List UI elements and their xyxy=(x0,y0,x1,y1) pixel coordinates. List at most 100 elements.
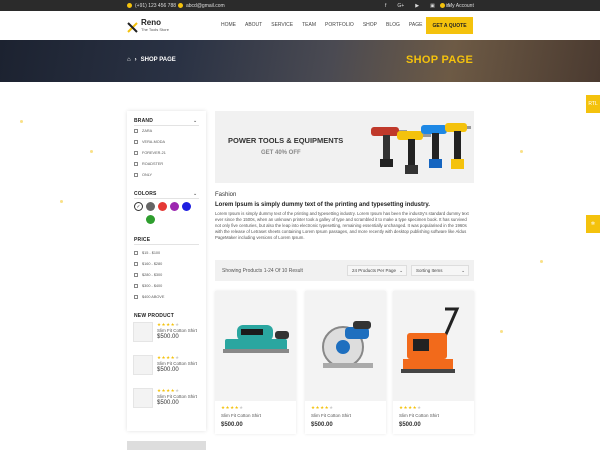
settings-toggle[interactable]: ✲ xyxy=(586,215,600,233)
breadcrumb-separator-icon: › xyxy=(134,57,137,63)
checkbox-icon[interactable] xyxy=(134,162,138,166)
breadcrumb-current: SHOP PAGE xyxy=(140,57,176,63)
account-link[interactable]: My Account xyxy=(440,3,474,9)
checkbox-icon[interactable] xyxy=(134,129,138,133)
rtl-toggle[interactable]: RTL xyxy=(586,95,600,113)
color-swatch-red[interactable] xyxy=(158,202,167,211)
color-swatch-purple[interactable] xyxy=(170,202,179,211)
facebook-icon[interactable]: f xyxy=(385,3,386,9)
new-product-item[interactable]: ★★★★★ Slim Fit Cotton Shirt $500.00 xyxy=(133,355,197,375)
circular-saw-image xyxy=(322,321,373,368)
nav-service[interactable]: SERVICE xyxy=(271,22,293,28)
account-label[interactable]: My Account xyxy=(448,3,474,9)
checkbox-icon[interactable] xyxy=(134,273,138,277)
sorting-value: Sorting Items xyxy=(416,268,443,273)
new-product-item[interactable]: ★★★★★ Slim Fit Cotton Shirt $500.00 xyxy=(133,388,197,408)
breadcrumb: ⌂ › SHOP PAGE xyxy=(127,57,176,63)
nav-blog[interactable]: BLOG xyxy=(386,22,400,28)
user-icon xyxy=(440,3,445,8)
new-product-item[interactable]: ★★★★★ Slim Fit Cotton Shirt $500.00 xyxy=(133,322,197,342)
result-count: Showing Products 1-24 Of 10 Result xyxy=(222,268,303,274)
brand-checkbox-vera-moda[interactable]: VERA-MODA xyxy=(134,140,165,144)
price-checkbox-3[interactable]: $280 - $300 xyxy=(134,273,162,277)
logo-name: Reno xyxy=(141,18,161,27)
product-name[interactable]: Slim Fit Cotton Shirt xyxy=(221,413,261,418)
product-thumbnail[interactable] xyxy=(133,322,153,342)
nav-portfolio[interactable]: PORTFOLIO xyxy=(325,22,354,28)
power-drills-image xyxy=(371,123,471,174)
product-image[interactable] xyxy=(305,291,386,401)
price-label: $160 - $280 xyxy=(142,262,163,266)
home-icon[interactable]: ⌂ xyxy=(127,57,131,63)
email-address[interactable]: abcd@gmail.com xyxy=(186,3,225,9)
phone-number: (+91) 123 456 788 xyxy=(135,2,177,9)
phone-info: (+91) 123 456 788 xyxy=(127,3,176,9)
decor-dot xyxy=(520,150,523,153)
sorting-select[interactable]: Sorting Items ⌄ xyxy=(411,265,469,276)
google-plus-icon[interactable]: G+ xyxy=(397,3,404,9)
checkbox-icon[interactable] xyxy=(134,251,138,255)
color-swatch-white[interactable]: ✓ xyxy=(134,202,143,211)
logo[interactable]: Reno The Tools Store xyxy=(127,18,169,33)
checkbox-icon[interactable] xyxy=(134,295,138,299)
per-page-value: 24 Products Per Page xyxy=(352,268,397,273)
youtube-icon[interactable]: ▶ xyxy=(415,3,419,9)
get-quote-button[interactable]: GET A QUOTE xyxy=(426,17,473,34)
nav-page[interactable]: PAGE xyxy=(409,22,423,28)
category-description: Lorem Ipsum is simply dummy text of the … xyxy=(215,211,469,240)
color-swatch-green[interactable] xyxy=(146,215,155,224)
nav-about[interactable]: ABOUT xyxy=(245,22,262,28)
nav-shop[interactable]: SHOP xyxy=(363,22,377,28)
colors-heading: COLORS xyxy=(134,191,157,197)
product-card[interactable]: ★★★★★ Slim Fit Cotton Shirt $500.00 xyxy=(215,291,296,434)
sidebar-banner-image xyxy=(127,441,206,450)
brand-label: ONLY xyxy=(142,173,153,177)
brand-checkbox-zara[interactable]: ZARA xyxy=(134,129,152,133)
main-nav: HOME ABOUT SERVICE TEAM PORTFOLIO SHOP B… xyxy=(221,22,422,28)
brand-label: VERA-MODA xyxy=(142,140,165,144)
instagram-icon[interactable]: ▣ xyxy=(430,3,435,9)
product-thumbnail[interactable] xyxy=(133,355,153,375)
price-label: $400 ABOVE xyxy=(142,295,165,299)
product-price: $500.00 xyxy=(157,367,179,373)
product-price: $500.00 xyxy=(221,422,243,428)
decor-dot xyxy=(90,150,93,153)
rating-stars: ★★★★★ xyxy=(399,405,422,410)
category-subheading: Lorem Ipsum is simply dummy text of the … xyxy=(215,202,430,208)
checkbox-icon[interactable] xyxy=(134,151,138,155)
price-checkbox-4[interactable]: $300 - $400 xyxy=(134,284,162,288)
brand-checkbox-roadster[interactable]: ROADSTER xyxy=(134,162,163,166)
product-card[interactable]: ★★★★★ Slim Fit Cotton Shirt $500.00 xyxy=(305,291,386,434)
nav-home[interactable]: HOME xyxy=(221,22,236,28)
color-swatch-blue[interactable] xyxy=(182,202,191,211)
chevron-down-icon[interactable]: ⌄ xyxy=(193,191,197,197)
chevron-down-icon: ⌄ xyxy=(399,267,403,273)
product-card[interactable]: ★★★★★ Slim Fit Cotton Shirt $500.00 xyxy=(393,291,474,434)
product-name[interactable]: Slim Fit Cotton Shirt xyxy=(399,413,439,418)
color-swatch-gray[interactable] xyxy=(146,202,155,211)
nav-team[interactable]: TEAM xyxy=(302,22,316,28)
decor-dot xyxy=(60,200,63,203)
checkbox-icon[interactable] xyxy=(134,262,138,266)
product-image[interactable] xyxy=(393,291,474,401)
price-checkbox-1[interactable]: $15 - $100 xyxy=(134,251,160,255)
checkbox-icon[interactable] xyxy=(134,140,138,144)
product-image[interactable] xyxy=(215,291,296,401)
product-price: $500.00 xyxy=(157,400,179,406)
product-name[interactable]: Slim Fit Cotton Shirt xyxy=(311,413,351,418)
chevron-down-icon[interactable]: ⌄ xyxy=(193,118,197,124)
check-icon: ✓ xyxy=(136,203,141,210)
email-info[interactable]: abcd@gmail.com xyxy=(178,3,225,9)
promo-banner[interactable]: POWER TOOLS & EQUIPMENTS GET 40% OFF xyxy=(215,111,474,183)
per-page-select[interactable]: 24 Products Per Page ⌄ xyxy=(347,265,407,276)
brand-checkbox-only[interactable]: ONLY xyxy=(134,173,152,177)
checkbox-icon[interactable] xyxy=(134,173,138,177)
product-thumbnail[interactable] xyxy=(133,388,153,408)
product-toolbar: Showing Products 1-24 Of 10 Result 24 Pr… xyxy=(215,260,474,281)
checkbox-icon[interactable] xyxy=(134,284,138,288)
price-checkbox-2[interactable]: $160 - $280 xyxy=(134,262,162,266)
brand-checkbox-forever-21[interactable]: FOREVER-21 xyxy=(134,151,166,155)
category-heading: Fashion xyxy=(215,192,237,198)
price-checkbox-5[interactable]: $400 ABOVE xyxy=(134,295,164,299)
email-icon xyxy=(178,3,183,8)
